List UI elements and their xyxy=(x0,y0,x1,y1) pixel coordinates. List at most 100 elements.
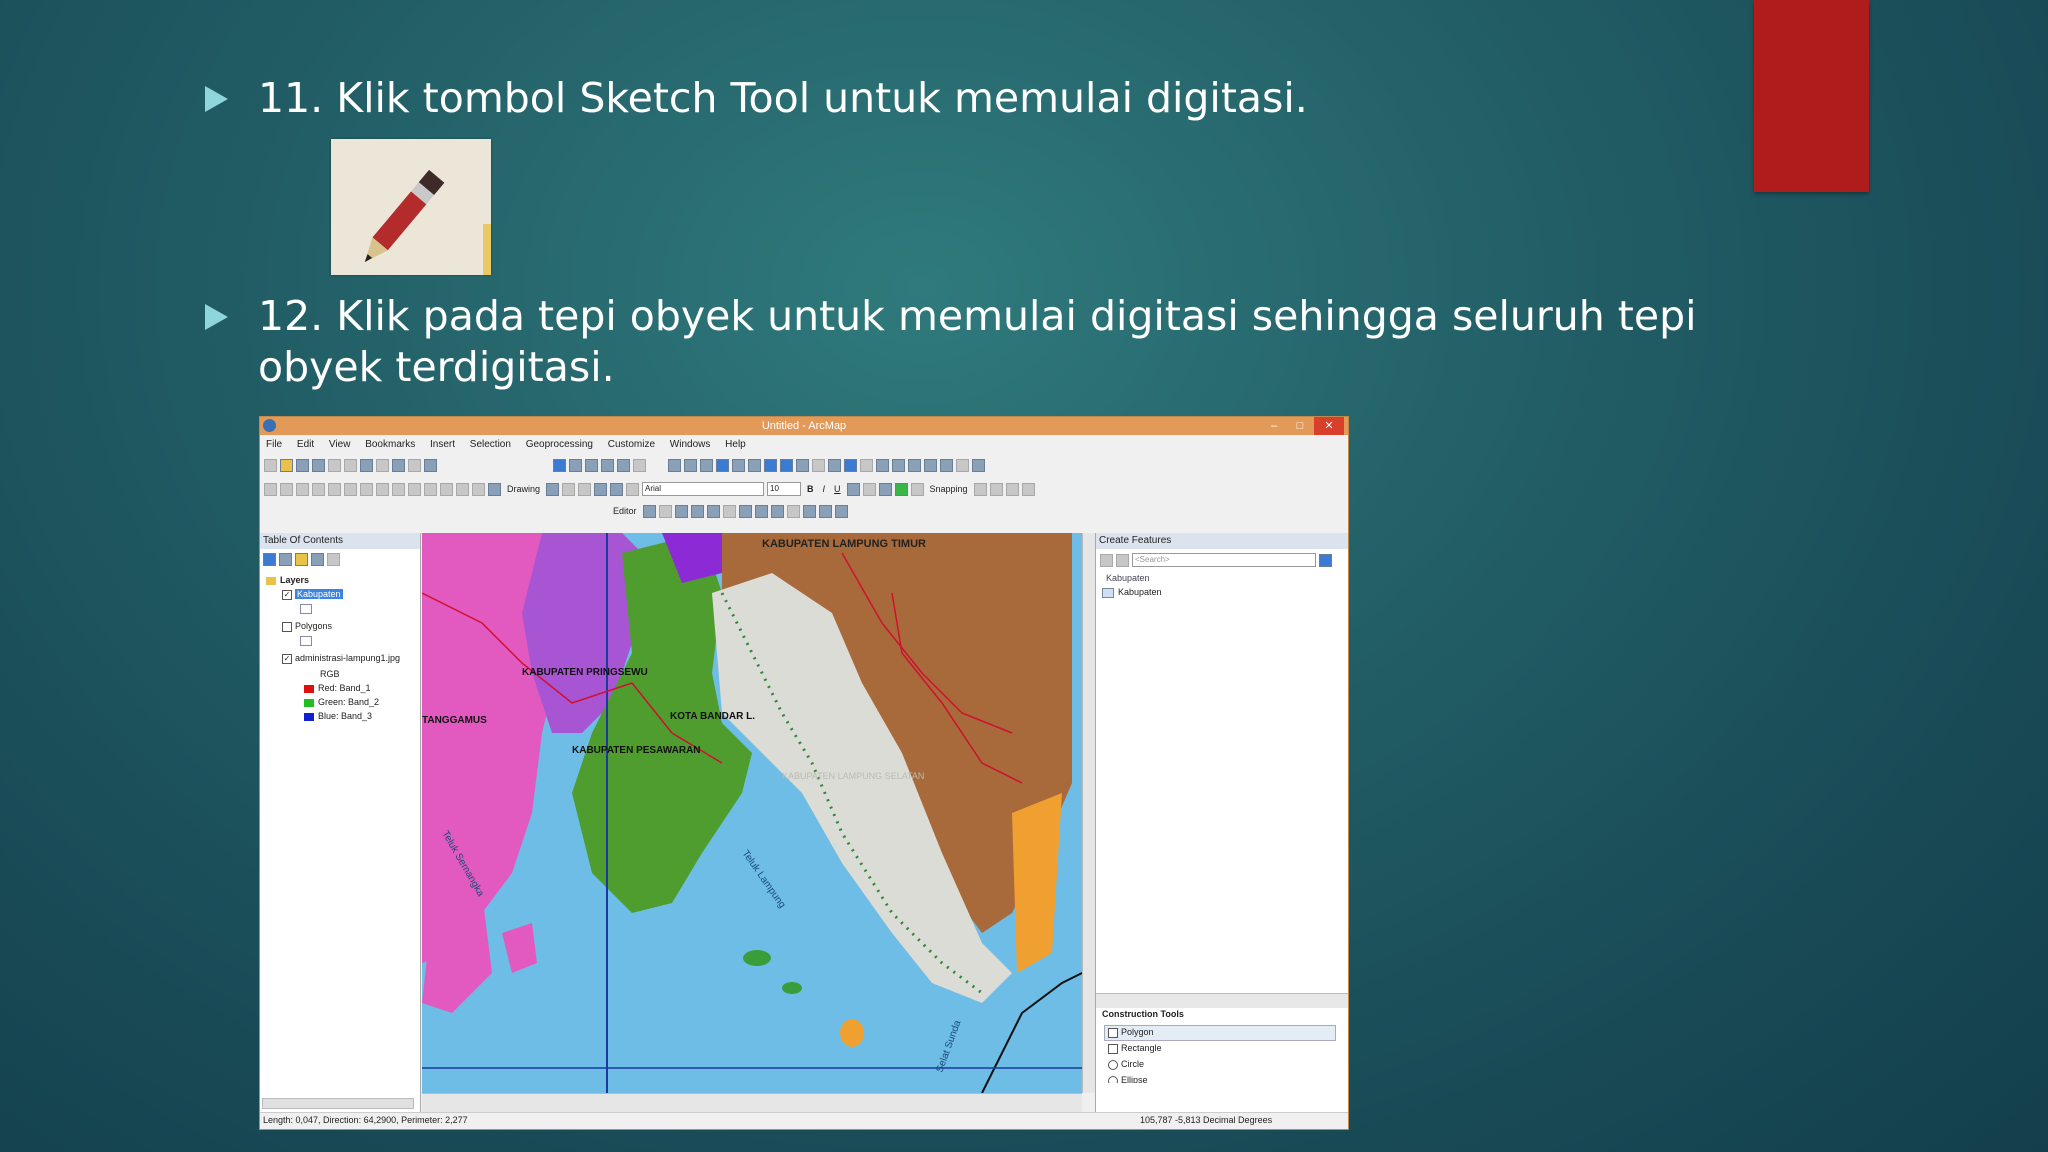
cut-icon[interactable] xyxy=(328,458,341,472)
menu-geoprocessing[interactable]: Geoprocessing xyxy=(520,437,599,452)
georef-icon[interactable] xyxy=(296,482,309,496)
font-name-field[interactable]: Arial xyxy=(642,482,765,496)
forward-extent-icon[interactable] xyxy=(780,458,793,472)
underline-button[interactable]: U xyxy=(834,484,841,494)
redo-icon[interactable] xyxy=(408,458,421,472)
open-icon[interactable] xyxy=(280,458,293,472)
select-pointer-icon[interactable] xyxy=(546,482,560,496)
reshape-icon[interactable] xyxy=(738,504,752,518)
list-by-drawing-order-icon[interactable] xyxy=(263,553,276,566)
save-icon[interactable] xyxy=(296,458,309,472)
visibility-checkbox[interactable] xyxy=(282,621,292,632)
italic-button[interactable]: I xyxy=(823,484,826,494)
edit-tool-icon[interactable] xyxy=(642,504,656,518)
split-icon[interactable] xyxy=(770,504,784,518)
layer-polygons[interactable]: Polygons xyxy=(282,621,332,632)
drawing-menu[interactable]: Drawing xyxy=(507,484,540,494)
georef-icon[interactable] xyxy=(472,482,485,496)
fixed-zoom-in-icon[interactable] xyxy=(732,458,745,472)
menu-windows[interactable]: Windows xyxy=(664,437,717,452)
menu-edit[interactable]: Edit xyxy=(291,437,320,452)
edge-snap-icon[interactable] xyxy=(1021,482,1035,496)
minimize-button[interactable]: – xyxy=(1262,417,1286,435)
map-vertical-scrollbar[interactable] xyxy=(1082,533,1095,1093)
layers-group[interactable]: Layers xyxy=(266,575,309,585)
georef-icon[interactable] xyxy=(392,482,405,496)
new-text-icon[interactable] xyxy=(610,482,624,496)
trace-icon[interactable] xyxy=(706,504,720,518)
add-data-icon[interactable] xyxy=(424,458,437,472)
tool-circle[interactable]: Circle xyxy=(1108,1059,1144,1070)
attributes-icon[interactable] xyxy=(802,504,816,518)
table-icon[interactable] xyxy=(585,458,598,472)
zoom-extent-icon[interactable] xyxy=(553,458,566,472)
template-search-input[interactable]: <Search> xyxy=(1132,553,1316,567)
menu-insert[interactable]: Insert xyxy=(424,437,461,452)
rectangle-icon[interactable] xyxy=(594,482,608,496)
georef-icon[interactable] xyxy=(312,482,325,496)
menu-help[interactable]: Help xyxy=(719,437,752,452)
straight-segment-icon[interactable] xyxy=(674,504,688,518)
template-filter-icon[interactable] xyxy=(1116,553,1129,567)
search-icon[interactable] xyxy=(1319,553,1332,567)
organize-templates-icon[interactable] xyxy=(1100,553,1113,567)
identify-icon[interactable] xyxy=(844,458,857,472)
editor-menu[interactable]: Editor xyxy=(613,506,637,516)
map-horizontal-scrollbar[interactable] xyxy=(422,1093,1082,1112)
undo-icon[interactable] xyxy=(392,458,405,472)
point-snap-icon[interactable] xyxy=(973,482,987,496)
layer-symbol[interactable] xyxy=(300,603,316,614)
close-button[interactable]: ✕ xyxy=(1314,417,1344,435)
sketch-properties-icon[interactable] xyxy=(818,504,832,518)
tool-ellipse[interactable]: Ellipse xyxy=(1108,1075,1148,1083)
select-features-icon[interactable] xyxy=(796,458,809,472)
menu-bookmarks[interactable]: Bookmarks xyxy=(359,437,421,452)
toc-scrollbar[interactable] xyxy=(262,1098,414,1109)
catalog-icon[interactable] xyxy=(601,458,614,472)
model-icon[interactable] xyxy=(633,458,646,472)
copy-icon[interactable] xyxy=(344,458,357,472)
marker-color-icon[interactable] xyxy=(894,482,908,496)
zoom-whole-page-icon[interactable] xyxy=(578,482,592,496)
search-window-icon[interactable] xyxy=(617,458,630,472)
edit-vertices-icon[interactable] xyxy=(722,504,736,518)
new-icon[interactable] xyxy=(264,458,277,472)
go-to-xy-icon[interactable] xyxy=(940,458,953,472)
delete-icon[interactable] xyxy=(376,458,389,472)
html-popup-icon[interactable] xyxy=(876,458,889,472)
callout-icon[interactable] xyxy=(626,482,640,496)
fixed-zoom-out-icon[interactable] xyxy=(748,458,761,472)
layer-symbol[interactable] xyxy=(300,635,316,646)
layer-kabupaten[interactable]: ✓ Kabupaten xyxy=(282,589,343,600)
rotate-edit-icon[interactable] xyxy=(786,504,800,518)
menu-view[interactable]: View xyxy=(323,437,357,452)
layout-icon[interactable] xyxy=(569,458,582,472)
template-item[interactable]: Kabupaten xyxy=(1102,587,1162,598)
line-color-icon[interactable] xyxy=(878,482,892,496)
print-icon[interactable] xyxy=(312,458,325,472)
pan-icon[interactable] xyxy=(700,458,713,472)
hyperlink-icon[interactable] xyxy=(860,458,873,472)
visibility-checkbox[interactable]: ✓ xyxy=(282,589,292,600)
georef-icon[interactable] xyxy=(408,482,421,496)
full-extent-icon[interactable] xyxy=(716,458,729,472)
find-route-icon[interactable] xyxy=(924,458,937,472)
layout-tool-icon[interactable] xyxy=(488,482,501,496)
splitter[interactable] xyxy=(1096,993,1348,1008)
georef-icon[interactable] xyxy=(280,482,293,496)
viewer-icon[interactable] xyxy=(972,458,985,472)
georef-icon[interactable] xyxy=(424,482,437,496)
list-by-source-icon[interactable] xyxy=(279,553,292,566)
layer-raster[interactable]: ✓ administrasi-lampung1.jpg xyxy=(282,653,400,664)
font-color-icon[interactable] xyxy=(846,482,860,496)
menu-selection[interactable]: Selection xyxy=(464,437,517,452)
georef-icon[interactable] xyxy=(456,482,469,496)
edit-annotation-icon[interactable] xyxy=(658,504,672,518)
bold-button[interactable]: B xyxy=(807,484,814,494)
georef-icon[interactable] xyxy=(360,482,373,496)
vertex-snap-icon[interactable] xyxy=(1005,482,1019,496)
create-features-icon[interactable] xyxy=(834,504,848,518)
snapping-menu[interactable]: Snapping xyxy=(930,484,968,494)
time-slider-icon[interactable] xyxy=(956,458,969,472)
find-icon[interactable] xyxy=(908,458,921,472)
